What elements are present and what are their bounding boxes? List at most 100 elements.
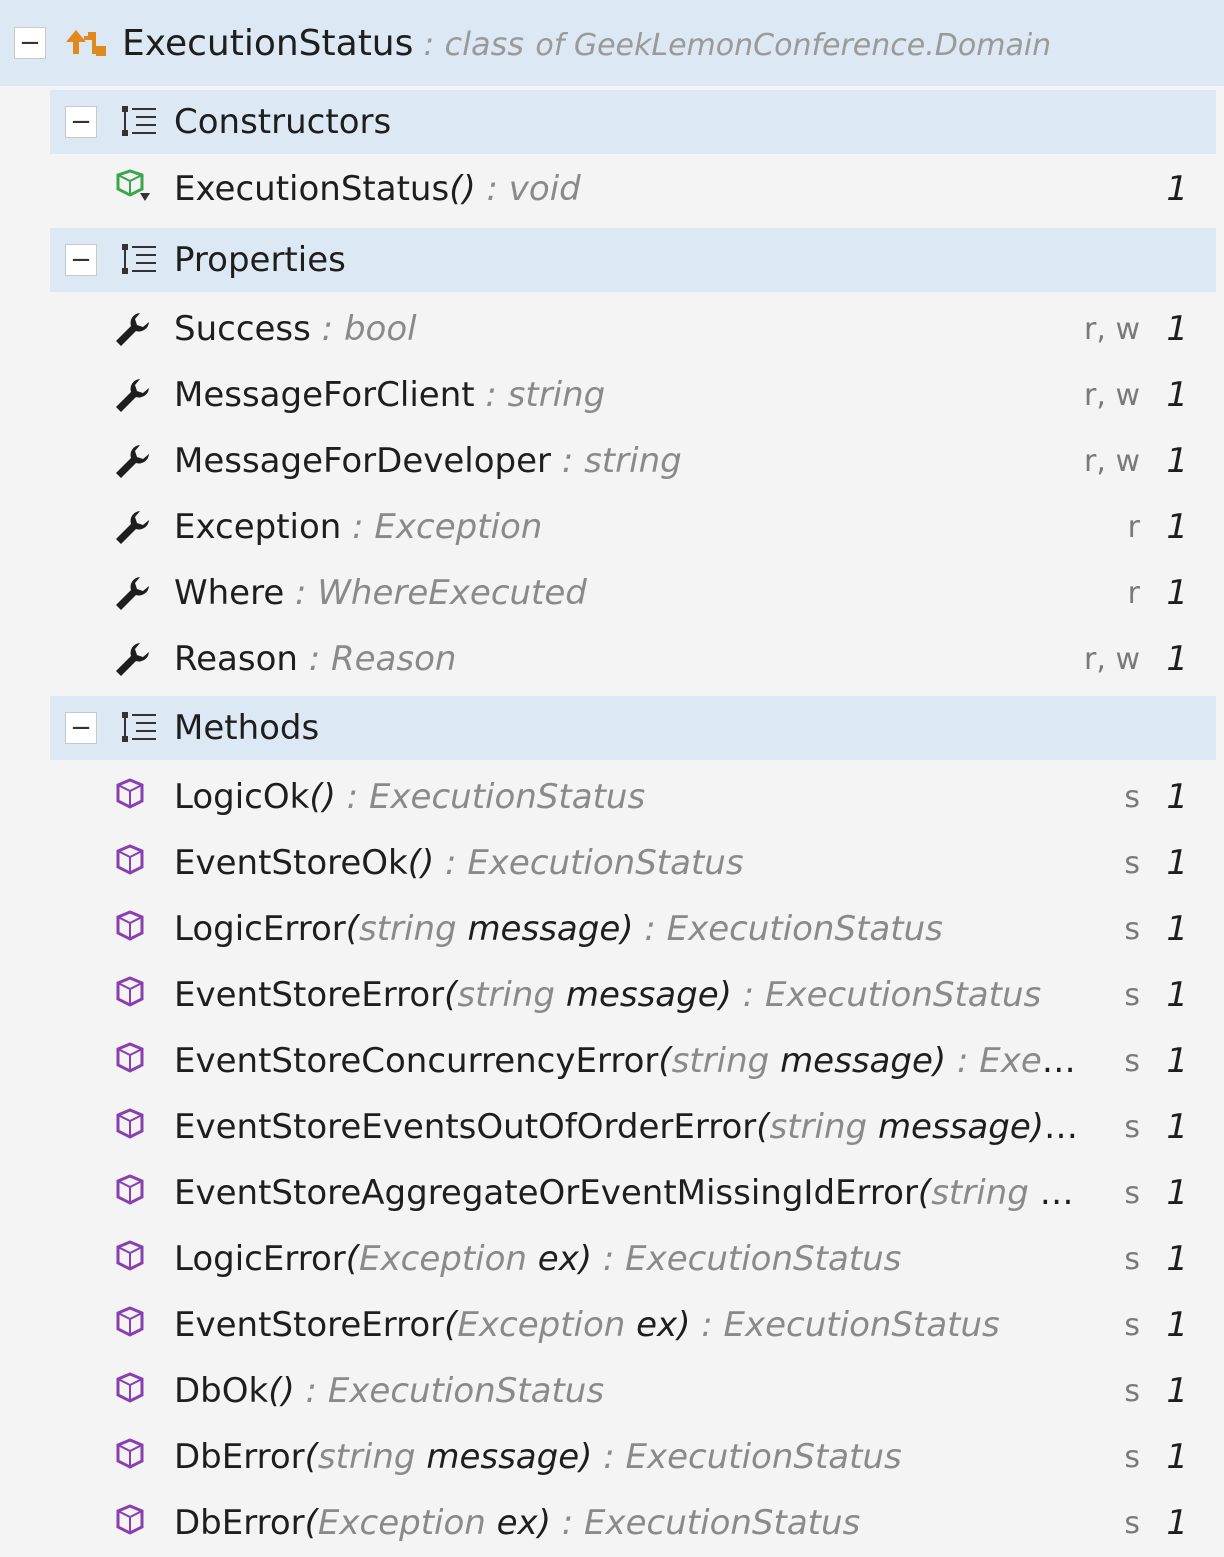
member-name: LogicError bbox=[174, 909, 346, 949]
class-name: ExecutionStatus bbox=[122, 22, 414, 64]
member-modifiers: r, w bbox=[1084, 377, 1140, 413]
param-name: ex bbox=[496, 1503, 538, 1543]
property-row[interactable]: Reason : Reason r, w 1 bbox=[0, 626, 1224, 692]
member-modifiers: s bbox=[1124, 1175, 1140, 1211]
group-constructors[interactable]: − Constructors bbox=[50, 90, 1216, 154]
constructor-signature: ExecutionStatus() : void bbox=[174, 169, 581, 209]
group-label: Constructors bbox=[174, 102, 392, 142]
member-name: Exception bbox=[174, 507, 342, 547]
member-name: DbError bbox=[174, 1503, 305, 1543]
property-signature: Success : bool bbox=[174, 309, 417, 349]
return-type: void bbox=[508, 169, 581, 209]
param-open: ( bbox=[444, 1305, 458, 1345]
constructor-row[interactable]: ExecutionStatus() : void 1 bbox=[0, 156, 1224, 222]
class-namespace: of GeekLemonConference.Domain bbox=[535, 27, 1052, 63]
method-row[interactable]: LogicError(Exception ex) : ExecutionStat… bbox=[0, 1226, 1224, 1292]
member-modifiers: s bbox=[1124, 1307, 1140, 1343]
member-modifiers: s bbox=[1124, 911, 1140, 947]
wrench-icon bbox=[110, 441, 154, 481]
method-row[interactable]: EventStoreConcurrencyError(string messag… bbox=[0, 1028, 1224, 1094]
method-signature: EventStoreAggregateOrEventMissingIdError… bbox=[174, 1173, 1086, 1213]
property-type: string bbox=[584, 441, 682, 481]
property-row[interactable]: Success : bool r, w 1 bbox=[0, 296, 1224, 362]
member-count: 1 bbox=[1166, 639, 1188, 679]
return-type: ExecutionStatus bbox=[327, 1371, 605, 1411]
method-row[interactable]: EventStoreOk() : ExecutionStatus s 1 bbox=[0, 830, 1224, 896]
property-type: Reason bbox=[331, 639, 457, 679]
param-type: Exception bbox=[457, 1305, 637, 1345]
param-open: () bbox=[407, 843, 435, 883]
param-open: ( bbox=[304, 1437, 318, 1477]
param-open: () bbox=[268, 1371, 295, 1411]
property-row[interactable]: MessageForDeveloper : string r, w 1 bbox=[0, 428, 1224, 494]
class-collapse-toggle[interactable]: − bbox=[14, 27, 46, 59]
param-close: ) bbox=[1030, 1107, 1045, 1147]
member-name: DbOk bbox=[174, 1371, 269, 1411]
param-type: string bbox=[671, 1041, 781, 1081]
member-count: 1 bbox=[1166, 573, 1188, 613]
property-row[interactable]: MessageForClient : string r, w 1 bbox=[0, 362, 1224, 428]
constructors-collapse-toggle[interactable]: − bbox=[65, 106, 97, 138]
param-type: string bbox=[457, 975, 566, 1015]
return-type: ExecutionStatus bbox=[625, 1239, 902, 1279]
group-methods[interactable]: − Methods bbox=[50, 696, 1216, 760]
method-row[interactable]: LogicOk() : ExecutionStatus s 1 bbox=[0, 764, 1224, 830]
methods-collapse-toggle[interactable]: − bbox=[65, 712, 97, 744]
param-type: Exception bbox=[359, 1239, 538, 1279]
group-list-icon bbox=[120, 104, 160, 140]
group-properties[interactable]: − Properties bbox=[50, 228, 1216, 292]
member-modifiers: s bbox=[1124, 1109, 1140, 1145]
class-kind: class bbox=[444, 24, 524, 63]
wrench-icon bbox=[110, 639, 154, 679]
property-row[interactable]: Exception : Exception r 1 bbox=[0, 494, 1224, 560]
param-close: ) bbox=[578, 1239, 593, 1279]
method-icon bbox=[110, 975, 154, 1015]
property-row[interactable]: Where : WhereExecuted r 1 bbox=[0, 560, 1224, 626]
method-row[interactable]: EventStoreEventsOutOfOrderError(string m… bbox=[0, 1094, 1224, 1160]
class-header-row[interactable]: − ExecutionStatus : class of GeekLemonCo… bbox=[0, 0, 1224, 86]
return-type: ExecutionStatus bbox=[723, 1305, 1000, 1345]
method-row[interactable]: EventStoreError(Exception ex) : Executio… bbox=[0, 1292, 1224, 1358]
method-signature: DbError(string message) : ExecutionStatu… bbox=[174, 1437, 902, 1477]
type-separator: : bbox=[294, 1371, 328, 1411]
member-modifiers: s bbox=[1124, 1505, 1140, 1541]
param-type: string bbox=[359, 909, 468, 949]
member-count: 1 bbox=[1166, 975, 1188, 1015]
type-separator: : bbox=[592, 1437, 626, 1477]
member-name: Reason bbox=[174, 639, 298, 679]
member-count: 1 bbox=[1166, 1239, 1188, 1279]
param-name: message bbox=[780, 1041, 933, 1081]
member-name: Success bbox=[174, 309, 311, 349]
type-separator: : bbox=[284, 573, 318, 613]
member-name: LogicError bbox=[174, 1239, 346, 1279]
type-separator: : bbox=[475, 169, 509, 209]
type-separator: : bbox=[341, 507, 375, 547]
property-signature: MessageForDeveloper : string bbox=[174, 441, 682, 481]
method-row[interactable]: DbError(Exception ex) : ExecutionStatus s… bbox=[0, 1490, 1224, 1556]
method-row[interactable]: DbError(string message) : ExecutionStatu… bbox=[0, 1424, 1224, 1490]
return-type: ExecutionStatus bbox=[467, 843, 744, 883]
method-signature: EventStoreConcurrencyError(string messag… bbox=[174, 1041, 1086, 1081]
method-row[interactable]: LogicError(string message) : ExecutionSt… bbox=[0, 896, 1224, 962]
member-name: LogicOk bbox=[174, 777, 310, 817]
member-count: 1 bbox=[1166, 1107, 1188, 1147]
member-count: 1 bbox=[1166, 169, 1188, 209]
type-separator: : bbox=[335, 777, 369, 817]
group-label: Methods bbox=[174, 708, 320, 748]
method-row[interactable]: EventStoreError(string message) : Execut… bbox=[0, 962, 1224, 1028]
member-name: EventStoreEventsOutOfOrderError bbox=[174, 1107, 757, 1147]
method-row[interactable]: DbOk() : ExecutionStatus s 1 bbox=[0, 1358, 1224, 1424]
method-signature: DbError(Exception ex) : ExecutionStatus bbox=[174, 1503, 860, 1543]
member-name: MessageForDeveloper bbox=[174, 441, 552, 481]
param-close: ) bbox=[620, 909, 634, 949]
param-open: ( bbox=[345, 909, 360, 949]
param-close: ) bbox=[932, 1041, 947, 1081]
method-row[interactable]: EventStoreAggregateOrEventMissingIdError… bbox=[0, 1160, 1224, 1226]
member-name: MessageForClient bbox=[174, 375, 475, 415]
param-close: ) bbox=[677, 1305, 691, 1345]
wrench-icon bbox=[110, 375, 154, 415]
member-count: 1 bbox=[1166, 843, 1188, 883]
member-modifiers: s bbox=[1124, 1439, 1140, 1475]
properties-collapse-toggle[interactable]: − bbox=[65, 244, 97, 276]
property-type: bool bbox=[343, 309, 417, 349]
